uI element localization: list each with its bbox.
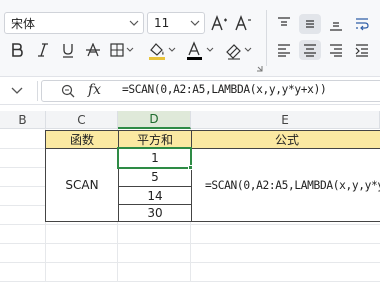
font-color-icon[interactable] (186, 40, 216, 62)
decrease-font-icon[interactable] (233, 12, 255, 34)
indent-icon[interactable] (351, 40, 373, 60)
func-name-cell[interactable]: SCAN (45, 148, 119, 222)
align-bottom-icon[interactable] (325, 14, 347, 34)
align-left-icon[interactable] (273, 40, 295, 60)
chevron-down-icon[interactable] (186, 13, 204, 33)
dialog-launcher-icon[interactable] (255, 64, 263, 72)
name-box-separator (37, 81, 38, 101)
spreadsheet-grid: B C D E 函数 平方和 公式 SCAN 1 5 14 30 =SCAN(0… (0, 111, 380, 282)
value-cell[interactable]: 5 (118, 167, 192, 187)
font-name-value: 宋体 (11, 16, 36, 31)
strikethrough-icon[interactable] (84, 40, 102, 60)
align-top-icon[interactable] (273, 14, 295, 34)
formula-display-cell[interactable]: =SCAN(0,A2:A5,LAMBDA(x,y,y*y+x)) (191, 148, 380, 222)
font-size-select[interactable]: 11 (147, 12, 205, 34)
fill-handle[interactable] (188, 165, 193, 170)
column-header-c[interactable]: C (46, 111, 118, 129)
func-name-text: SCAN (65, 178, 99, 192)
insert-function-icon[interactable]: fx (88, 82, 101, 98)
value-cell[interactable]: 14 (118, 186, 192, 205)
column-header-d[interactable]: D (118, 111, 191, 129)
fill-color-icon[interactable] (148, 40, 178, 62)
bold-icon[interactable] (8, 40, 26, 60)
formula-text[interactable]: =SCAN(0,A2:A5,LAMBDA(x,y,y*y+x)) (122, 83, 327, 96)
header-cell-func[interactable]: 函数 (45, 130, 119, 149)
align-center-icon[interactable] (299, 40, 321, 60)
increase-font-icon[interactable] (209, 12, 231, 34)
active-cell-selection (117, 147, 192, 169)
clear-format-icon[interactable] (224, 40, 254, 62)
font-size-value: 11 (154, 16, 170, 30)
column-header-e[interactable]: E (191, 111, 380, 129)
wrap-icon[interactable] (351, 14, 373, 34)
borders-icon[interactable] (110, 40, 136, 60)
align-middle-icon[interactable] (299, 14, 321, 34)
value-cell[interactable]: 30 (118, 204, 192, 222)
chevron-down-icon[interactable] (11, 84, 23, 98)
column-header-b[interactable]: B (0, 111, 46, 129)
font-name-select[interactable]: 宋体 (4, 12, 144, 34)
formula-display-text: =SCAN(0,A2:A5,LAMBDA(x,y,y*y+x)) (205, 178, 380, 192)
zoom-icon[interactable] (61, 84, 75, 101)
ribbon: 宋体 11 (0, 0, 380, 77)
italic-icon[interactable] (34, 40, 52, 60)
ribbon-separator (266, 10, 267, 66)
chevron-down-icon[interactable] (125, 13, 143, 33)
header-cell-formula[interactable]: 公式 (191, 130, 380, 149)
underline-icon[interactable] (59, 40, 77, 60)
align-right-icon[interactable] (325, 40, 347, 60)
